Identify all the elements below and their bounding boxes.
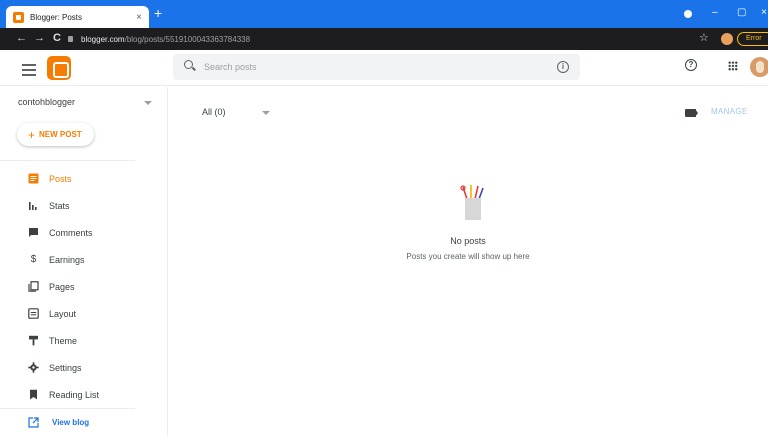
tab-title: Blogger: Posts: [30, 12, 83, 22]
sidebar-item-label: Earnings: [49, 254, 85, 265]
pages-icon: [28, 281, 39, 292]
browser-tabbar: Blogger: Posts × + – ▢ ×: [0, 0, 768, 28]
sidebar-item-label: Settings: [49, 362, 82, 373]
chrome-extension-icon[interactable]: [684, 10, 692, 18]
dollar-icon: $: [30, 254, 37, 265]
chrome-profile-avatar[interactable]: [721, 33, 733, 45]
blogger-logo[interactable]: [47, 56, 71, 80]
sidebar: contohblogger + NEW POST Posts Stats Com…: [0, 87, 168, 436]
sidebar-item-settings[interactable]: Settings: [0, 354, 135, 381]
divider: [0, 160, 135, 161]
sidebar-item-label: Pages: [49, 281, 75, 292]
blogger-favicon-icon: [13, 11, 24, 23]
address-bar: ← → C blogger.com /blog/posts/5519100043…: [0, 28, 768, 50]
sidebar-item-stats[interactable]: Stats: [0, 192, 135, 219]
sidebar-item-label: Comments: [49, 227, 93, 238]
hamburger-menu-icon[interactable]: [22, 64, 36, 79]
help-icon[interactable]: ?: [685, 59, 697, 71]
new-tab-button[interactable]: +: [154, 6, 162, 20]
manage-button[interactable]: MANAGE: [711, 107, 747, 116]
sidebar-item-label: Layout: [49, 308, 77, 319]
sidebar-item-label: Reading List: [49, 389, 100, 400]
lock-icon: [68, 36, 73, 42]
view-blog-link[interactable]: View blog: [0, 409, 135, 436]
browser-tab[interactable]: Blogger: Posts ×: [6, 6, 149, 28]
blog-selector[interactable]: contohblogger: [18, 97, 153, 107]
label-icon[interactable]: [685, 109, 698, 117]
url-field[interactable]: blogger.com /blog/posts/5519100043363784…: [68, 31, 683, 47]
main-content: All (0) MANAGE No posts Posts you create…: [168, 87, 768, 436]
posts-filter-dropdown[interactable]: All (0): [202, 107, 226, 117]
search-input[interactable]: [204, 58, 534, 76]
sidebar-item-label: Posts: [49, 173, 72, 184]
sidebar-item-theme[interactable]: Theme: [0, 327, 135, 354]
sidebar-item-posts[interactable]: Posts: [0, 165, 135, 192]
sidebar-item-layout[interactable]: Layout: [0, 300, 135, 327]
chevron-down-icon[interactable]: [262, 111, 270, 115]
sidebar-item-reading-list[interactable]: Reading List: [0, 381, 135, 408]
url-path: /blog/posts/5519100043363784338: [124, 34, 251, 44]
close-window-button[interactable]: ×: [761, 7, 767, 18]
theme-icon: [28, 335, 39, 346]
layout-icon: [28, 308, 39, 319]
bookmark-icon: [28, 389, 39, 400]
empty-state-title: No posts: [450, 236, 486, 246]
user-avatar[interactable]: [750, 57, 768, 77]
pencil-cup-icon: [460, 185, 484, 220]
search-icon: [184, 60, 193, 69]
search-box: i: [173, 54, 580, 80]
stats-icon: [28, 200, 39, 211]
sidebar-item-label: Theme: [49, 335, 78, 346]
forward-button[interactable]: →: [34, 32, 45, 44]
minimize-button[interactable]: –: [712, 7, 718, 18]
gear-icon: [28, 362, 39, 373]
reload-button[interactable]: C: [53, 32, 61, 44]
apps-grid-icon[interactable]: [728, 61, 738, 71]
view-blog-label: View blog: [52, 418, 90, 427]
sidebar-item-earnings[interactable]: $ Earnings: [0, 246, 135, 273]
new-post-label: NEW POST: [39, 130, 82, 139]
url-host: blogger.com: [81, 34, 125, 44]
sidebar-item-pages[interactable]: Pages: [0, 273, 135, 300]
maximize-button[interactable]: ▢: [737, 7, 746, 18]
empty-state-subtitle: Posts you create will show up here: [406, 252, 530, 261]
posts-icon: [28, 173, 39, 184]
error-badge[interactable]: Error: [737, 32, 768, 46]
back-button[interactable]: ←: [16, 32, 27, 44]
bookmark-star-icon[interactable]: ☆: [699, 31, 709, 44]
tab-close-icon[interactable]: ×: [136, 12, 142, 23]
sidebar-item-label: Stats: [49, 200, 70, 211]
comments-icon: [28, 227, 39, 238]
new-post-button[interactable]: + NEW POST: [17, 123, 94, 146]
info-icon[interactable]: i: [557, 61, 569, 73]
app-header: i ?: [0, 50, 768, 86]
open-in-new-icon: [28, 417, 39, 428]
sidebar-item-comments[interactable]: Comments: [0, 219, 135, 246]
plus-icon: +: [28, 127, 36, 142]
chevron-down-icon[interactable]: [144, 101, 152, 105]
